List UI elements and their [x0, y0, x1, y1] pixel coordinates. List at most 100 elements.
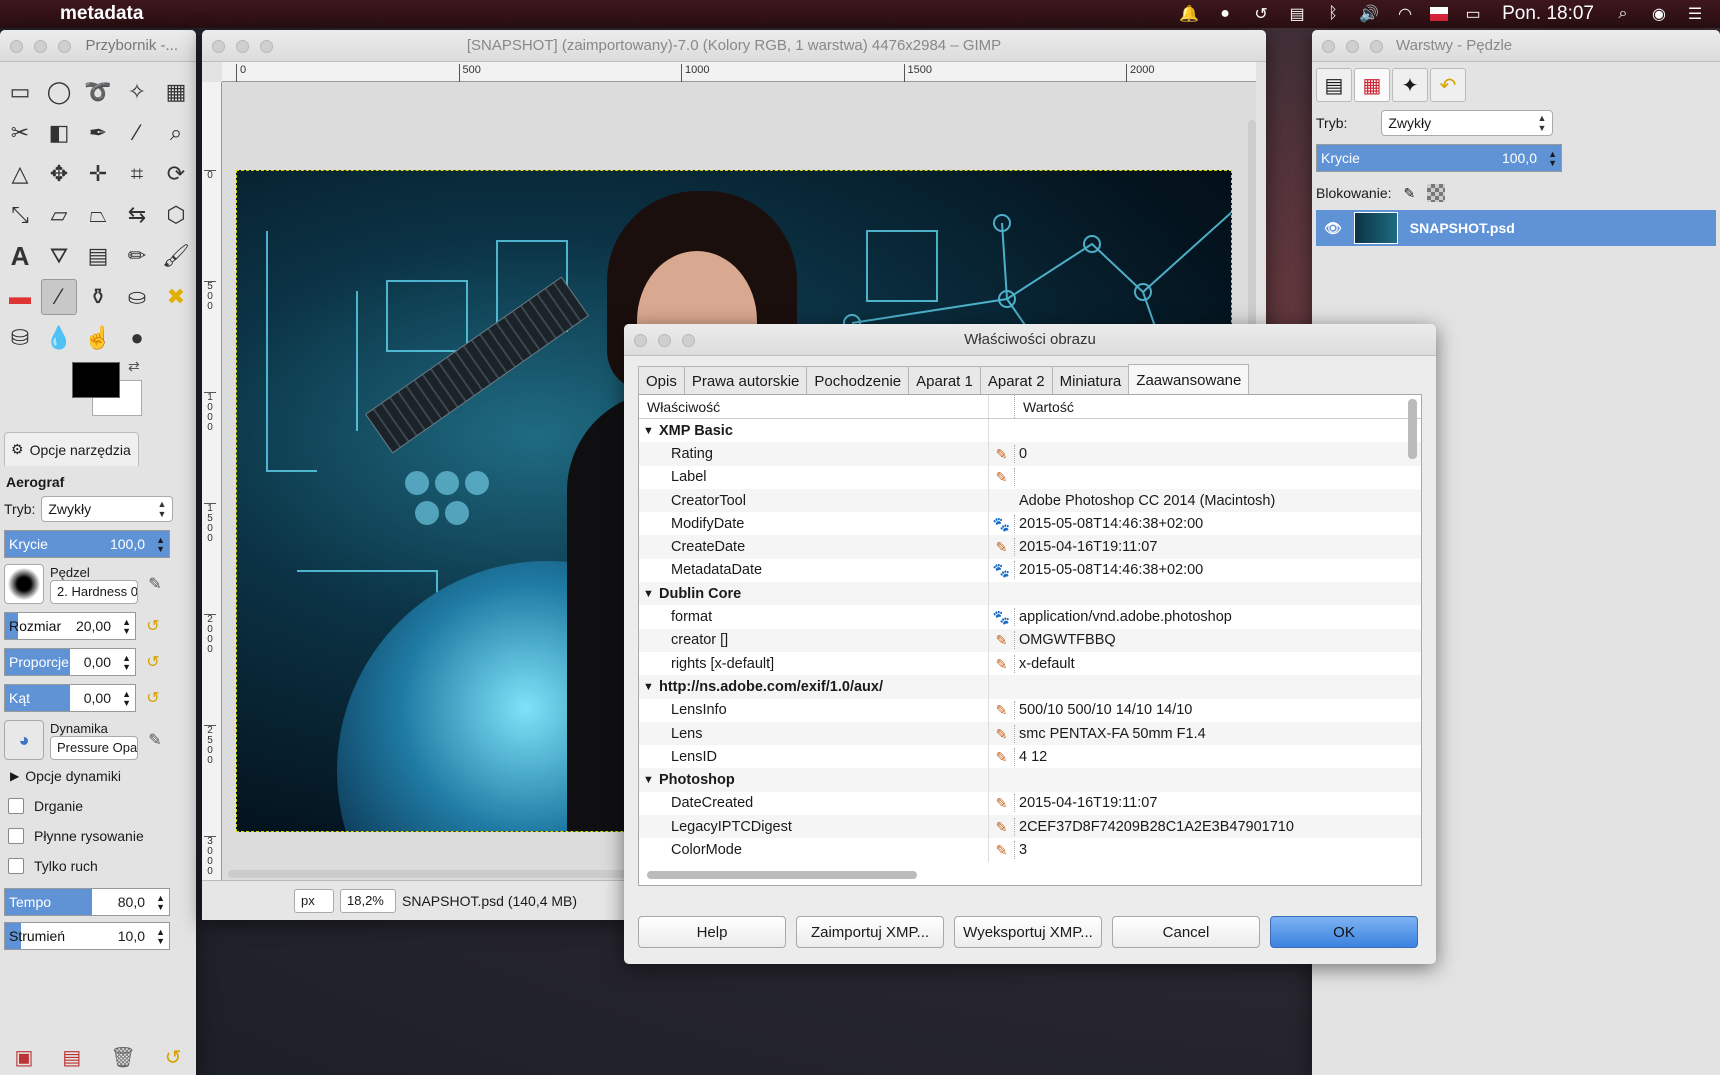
spin-icon[interactable]: ▲ ▼ [156, 894, 165, 912]
edit-icon[interactable]: ✎ [993, 538, 1011, 556]
layer-name[interactable]: SNAPSHOT.psd [1410, 220, 1515, 236]
volume-icon[interactable]: 🔊 [1358, 5, 1380, 23]
clone-icon[interactable]: ⛀ [119, 279, 155, 315]
dynamics-field[interactable]: Pressure Opac [50, 735, 138, 760]
align-icon[interactable]: ✛ [80, 156, 116, 192]
tab-pochodzenie[interactable]: Pochodzenie [806, 366, 909, 396]
close-button[interactable] [212, 40, 225, 53]
size-slider[interactable]: Rozmiar 20,00 ▲ ▼ [4, 612, 136, 640]
edit-icon[interactable]: ✎ [993, 468, 1011, 486]
tree-vertical-scrollbar[interactable] [1408, 399, 1417, 459]
search-icon[interactable]: ⌕ [1612, 5, 1634, 23]
edit-brush-icon[interactable]: ✎ [144, 573, 166, 595]
property-value[interactable]: 500/10 500/10 14/10 14/10 [1019, 702, 1192, 718]
toolbox-titlebar[interactable]: Przybornik -... [0, 30, 196, 62]
measure-icon[interactable]: △ [2, 156, 38, 192]
user-icon[interactable]: ◉ [1648, 5, 1670, 23]
brush-field[interactable]: 2. Hardness 05 [50, 579, 138, 604]
tab-miniatura[interactable]: Miniatura [1051, 366, 1129, 396]
paintbrush-icon[interactable]: 🖌 [158, 238, 194, 274]
dynamics-preview-icon[interactable]: ◕ [4, 720, 44, 760]
metadata-tree[interactable]: Właściwość Wartość ▼ XMP Basic Rating ✎ 0 Lab… [638, 394, 1422, 886]
help-button[interactable]: Help [638, 916, 786, 948]
layer-mode-select[interactable]: Zwykły ▲ ▼ [1381, 110, 1554, 136]
delete-options-icon[interactable]: 🗑 [110, 1045, 135, 1070]
tree-item-row[interactable]: creator [] ✎ OMGWTFBBQ [639, 628, 1421, 652]
tab-aparat-2[interactable]: Aparat 2 [979, 366, 1052, 396]
tree-item-row[interactable]: LensInfo ✎ 500/10 500/10 14/10 14/10 [639, 698, 1421, 722]
channels-tab-icon[interactable]: ▦ [1354, 68, 1390, 102]
flow-slider[interactable]: Strumień 10,0 ▲ ▼ [4, 922, 170, 950]
image-titlebar[interactable]: [SNAPSHOT] (zaimportowany)-7.0 (Kolory R… [202, 30, 1266, 62]
input-language-flag-icon[interactable] [1430, 7, 1449, 21]
tree-group-row[interactable]: ▼ http://ns.adobe.com/exif/1.0/aux/ [639, 675, 1421, 699]
app-name[interactable]: metadata [60, 3, 143, 25]
dialog-titlebar[interactable]: Właściwości obrazu [624, 324, 1436, 356]
property-value[interactable]: 2015-05-08T14:46:38+02:00 [1019, 562, 1203, 578]
expander-icon[interactable]: ▶ [10, 769, 19, 783]
smudge-icon[interactable]: ☝ [80, 320, 116, 356]
edit-icon[interactable]: ✎ [993, 631, 1011, 649]
visibility-eye-icon[interactable]: 👁 [1324, 220, 1342, 237]
color-picker-icon[interactable]: ⁄ [119, 115, 155, 151]
perspective-clone-icon[interactable]: ⛁ [2, 320, 38, 356]
edit-icon[interactable]: ✎ [993, 445, 1011, 463]
ellipse-select-icon[interactable]: ◯ [41, 74, 77, 110]
tree-item-row[interactable]: CreatorTool Adobe Photoshop CC 2014 (Maci… [639, 488, 1421, 513]
export-xmp-button[interactable]: Wyeksportuj XMP... [954, 916, 1102, 948]
lock-pixels-icon[interactable]: ✎ [1404, 185, 1416, 202]
paths-tab-icon[interactable]: ✦ [1392, 68, 1428, 102]
zoom-button[interactable] [58, 40, 71, 53]
jitter-checkbox[interactable]: Drganie [8, 798, 188, 814]
blur-icon[interactable]: 💧 [41, 320, 77, 356]
minimize-button[interactable] [34, 40, 47, 53]
tree-item-row[interactable]: Lens ✎ smc PENTAX-FA 50mm F1.4 [639, 721, 1421, 746]
column-value[interactable]: Wartość [1015, 395, 1421, 418]
tree-item-row[interactable]: Rating ✎ 0 [639, 442, 1421, 466]
text-icon[interactable]: A [2, 238, 38, 274]
angle-slider[interactable]: Kąt 0,00 ▲ ▼ [4, 684, 136, 712]
ok-button[interactable]: OK [1270, 916, 1418, 948]
lock-alpha-icon[interactable] [1427, 184, 1446, 202]
layers-titlebar[interactable]: Warstwy - Pędzle [1312, 30, 1720, 62]
rect-select-icon[interactable]: ▭ [2, 74, 38, 110]
dodge-burn-icon[interactable]: ● [119, 320, 155, 356]
spin-icon[interactable]: ▲ ▼ [122, 690, 131, 708]
foreground-select-icon[interactable]: ◧ [41, 115, 77, 151]
wifi-icon[interactable]: ◠ [1394, 5, 1416, 23]
reset-size-icon[interactable]: ↺ [142, 615, 164, 637]
undo-tab-icon[interactable]: ↶ [1430, 68, 1466, 102]
layer-row[interactable]: 👁 SNAPSHOT.psd [1316, 210, 1716, 246]
spin-icon[interactable]: ▲ ▼ [156, 928, 165, 946]
tree-group-row[interactable]: ▼ Photoshop [639, 768, 1421, 792]
tab-prawa-autorskie[interactable]: Prawa autorskie [683, 366, 807, 396]
property-value[interactable]: 2015-05-08T14:46:38+02:00 [1019, 516, 1203, 532]
minimize-button[interactable] [658, 334, 671, 347]
dynamics-options-label[interactable]: Opcje dynamiki [25, 768, 121, 784]
spin-icon[interactable]: ▲ ▼ [156, 536, 165, 554]
horizontal-ruler[interactable]: 05001000150020002500300035004000 [222, 62, 1256, 82]
foreground-color-swatch[interactable] [72, 362, 120, 398]
blend-icon[interactable]: ▤ [80, 238, 116, 274]
tree-item-row[interactable]: format 🐾 application/vnd.adobe.photoshop [639, 605, 1421, 629]
move-icon[interactable]: ✥ [41, 156, 77, 192]
opacity-slider[interactable]: Krycie 100,0 ▲ ▼ [4, 530, 170, 558]
tool-options-tab[interactable]: ⚙ Opcje narzędzia [4, 432, 139, 466]
zoom-select[interactable]: 18,2% [340, 888, 396, 913]
perspective-icon[interactable]: ⏢ [80, 197, 116, 233]
property-value[interactable]: 4 12 [1019, 749, 1047, 765]
shear-icon[interactable]: ▱ [41, 197, 77, 233]
edit-icon[interactable]: ✎ [993, 794, 1011, 812]
edit-icon[interactable]: ✎ [993, 818, 1011, 836]
tree-item-row[interactable]: ModifyDate 🐾 2015-05-08T14:46:38+02:00 [639, 512, 1421, 536]
edit-icon[interactable]: ✎ [993, 748, 1011, 766]
spin-icon[interactable]: ▲ ▼ [1548, 150, 1557, 168]
cancel-button[interactable]: Cancel [1112, 916, 1260, 948]
airbrush-icon[interactable]: ⁄ [41, 279, 77, 315]
rate-slider[interactable]: Tempo 80,0 ▲ ▼ [4, 888, 170, 916]
property-value[interactable]: 2015-04-16T19:11:07 [1019, 539, 1157, 555]
tree-item-row[interactable]: LensID ✎ 4 12 [639, 745, 1421, 769]
tree-item-row[interactable]: rights [x-default] ✎ x-default [639, 651, 1421, 676]
zoom-button[interactable] [1370, 40, 1383, 53]
minimize-button[interactable] [236, 40, 249, 53]
